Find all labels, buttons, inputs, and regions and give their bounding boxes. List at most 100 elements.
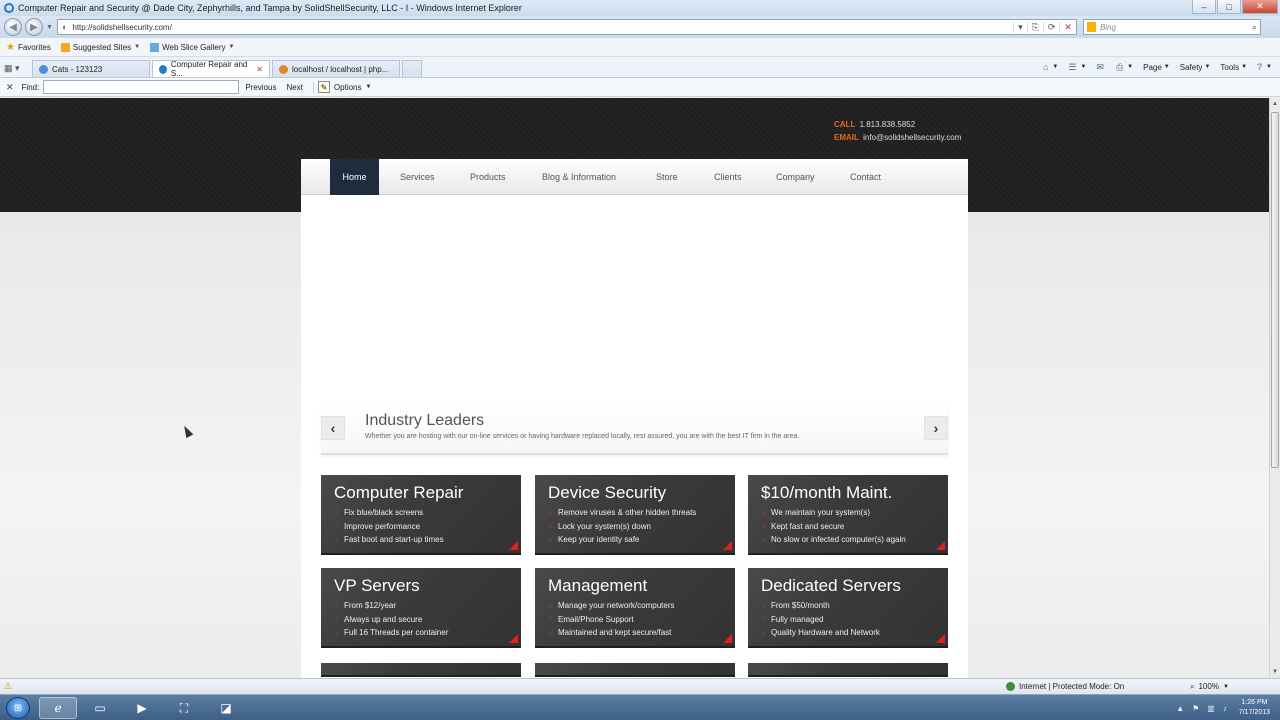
service-card-maintenance[interactable]: $10/month Maint. ✓ We maintain your syste… — [748, 475, 948, 555]
find-next-button[interactable]: Next — [286, 83, 302, 92]
mail-button[interactable]: ✉ — [1096, 62, 1106, 73]
service-card-partial[interactable] — [748, 663, 948, 677]
nav-blog[interactable]: Blog & Information — [542, 159, 616, 195]
nav-store[interactable]: Store — [656, 159, 678, 195]
service-card-partial[interactable] — [321, 663, 521, 677]
nav-company[interactable]: Company — [776, 159, 815, 195]
close-find-icon[interactable]: ✕ — [6, 82, 14, 93]
start-button[interactable]: ⊞ — [6, 697, 30, 719]
nav-services[interactable]: Services — [400, 159, 435, 195]
home-button[interactable]: ⌂ ▼ — [1043, 62, 1058, 72]
favorites-button[interactable]: ★ Favorites — [6, 42, 51, 53]
address-input[interactable]: ◐ http://solidshellsecurity.com/ ▾ ⎘ ⟳ ✕ — [56, 19, 1077, 35]
slider-caption: ‹ Industry Leaders Whether you are hosti… — [321, 403, 948, 455]
suggested-sites-link[interactable]: Suggested Sites ▼ — [60, 42, 141, 52]
tab-localhost[interactable]: localhost / localhost | php... — [272, 60, 400, 77]
feeds-button[interactable]: ☰ ▼ — [1068, 62, 1086, 73]
find-input[interactable] — [43, 80, 240, 94]
check-icon: ✓ — [548, 602, 554, 610]
folder-icon: ▭ — [94, 701, 106, 715]
ie-logo-icon — [4, 3, 14, 13]
card-title: $10/month Maint. — [761, 483, 893, 502]
command-bar: ⌂ ▼ ☰ ▼ ✉ ⎙ ▼ Page ▼ Safety ▼ Tools ▼ ? ▼ — [1033, 60, 1272, 74]
compatibility-view-icon[interactable]: ⎘ — [1026, 21, 1043, 33]
service-card-device-security[interactable]: Device Security ✓ Remove viruses & other … — [535, 475, 735, 555]
taskbar-media-button[interactable]: ▶ — [123, 697, 161, 719]
zoom-control[interactable]: ⌕ 100% ▼ — [1186, 682, 1229, 692]
find-options-label: Options — [333, 82, 362, 92]
list-item: ✓ Fix blue/black screens — [334, 508, 424, 518]
page-viewport: CALL 1.813.838.5852 EMAIL info@solidshel… — [0, 98, 1269, 678]
find-previous-button[interactable]: Previous — [245, 83, 276, 92]
scroll-up-icon[interactable]: ▲ — [1270, 98, 1280, 110]
slider-next-button[interactable]: › — [924, 416, 948, 440]
nav-products[interactable]: Products — [470, 159, 506, 195]
scroll-thumb[interactable] — [1271, 112, 1279, 468]
taskbar-explorer-button[interactable]: ▭ — [81, 697, 119, 719]
scroll-down-icon[interactable]: ▼ — [1270, 666, 1280, 678]
find-options-button[interactable]: ✎ Options ▼ — [312, 81, 371, 93]
service-card-partial[interactable] — [535, 663, 735, 677]
list-item: ✓ Email/Phone Support — [548, 614, 634, 624]
page-menu[interactable]: Page ▼ — [1143, 63, 1170, 72]
nav-contact[interactable]: Contact — [850, 159, 881, 195]
action-center-flag-icon[interactable]: ⚑ — [1192, 704, 1199, 713]
close-window-icon[interactable]: ✕ — [1242, 0, 1278, 14]
service-card-management[interactable]: Management ✓ Manage your network/computer… — [535, 568, 735, 648]
taskbar-network-button[interactable]: ⛶ — [165, 697, 203, 719]
nav-home[interactable]: Home — [330, 159, 379, 195]
corner-arrow-icon — [723, 634, 732, 643]
chevron-down-icon: ▼ — [1241, 64, 1248, 70]
zone-text: Internet | Protected Mode: On — [1019, 682, 1125, 691]
help-button[interactable]: ? ▼ — [1257, 62, 1272, 72]
find-bar: ✕ Find: Previous Next ✎ Options ▼ — [0, 78, 1280, 97]
network-icon: ⛶ — [179, 700, 189, 715]
search-input[interactable]: Bing ⌕ — [1082, 19, 1261, 35]
page-scrollbar[interactable]: ▲ ▼ — [1269, 98, 1280, 678]
stop-icon[interactable]: ✕ — [1059, 21, 1076, 33]
tab-cats[interactable]: Cats - 123123 — [32, 60, 150, 77]
search-icon[interactable]: ⌕ — [1252, 22, 1257, 33]
history-dropdown-icon[interactable]: ▼ — [46, 24, 53, 31]
tray-chevron-icon[interactable]: ▲ — [1176, 704, 1184, 713]
url-text[interactable]: http://solidshellsecurity.com/ — [72, 23, 171, 32]
slider-title: Industry Leaders — [365, 412, 485, 429]
minimize-icon[interactable]: – — [1192, 0, 1216, 14]
taskbar-clock[interactable]: 1:26 PM 7/17/2013 — [1239, 698, 1270, 718]
forward-button[interactable]: ▶ — [25, 18, 43, 36]
print-button[interactable]: ⎙ ▼ — [1116, 62, 1133, 73]
volume-icon[interactable]: ♪ — [1223, 704, 1227, 713]
taskbar-ie-button[interactable]: ℯ — [39, 697, 77, 719]
maximize-icon[interactable]: □ — [1217, 0, 1241, 14]
card-feature-list: ✓ From $12/year ✓ Always up and secure ✓ Fu… — [334, 599, 448, 640]
refresh-icon[interactable]: ⟳ — [1042, 21, 1060, 33]
close-tab-icon[interactable]: ✕ — [256, 65, 263, 74]
taskbar-app-button[interactable]: ◪ — [207, 697, 245, 719]
email-address[interactable]: info@solidshellsecurity.com — [863, 133, 961, 142]
address-dropdown-icon[interactable]: ▾ — [1013, 21, 1027, 33]
media-player-icon: ▶ — [137, 701, 147, 715]
service-card-computer-repair[interactable]: Computer Repair ✓ Fix blue/black screens … — [321, 475, 521, 555]
list-item: ✓ Lock your system(s) down — [548, 521, 651, 531]
slider-prev-button[interactable]: ‹ — [321, 416, 345, 440]
service-card-dedicated-servers[interactable]: Dedicated Servers ✓ From $50/month ✓ Fully… — [748, 568, 948, 648]
tab-computer-repair[interactable]: Computer Repair and S... ✕ — [152, 60, 270, 78]
nav-clients[interactable]: Clients — [714, 159, 742, 195]
new-tab-button[interactable] — [402, 60, 422, 77]
card-feature-list: ✓ Fix blue/black screens ✓ Improve perform… — [334, 506, 444, 547]
security-zone[interactable]: Internet | Protected Mode: On — [1006, 682, 1124, 691]
service-card-vp-servers[interactable]: VP Servers ✓ From $12/year ✓ Always up and… — [321, 568, 521, 648]
web-slice-gallery-link[interactable]: Web Slice Gallery ▼ — [150, 42, 234, 52]
find-label: Find: — [21, 82, 40, 92]
back-button[interactable]: ◀ — [4, 18, 22, 36]
tab-label: localhost / localhost | php... — [292, 64, 389, 74]
safety-menu[interactable]: Safety ▼ — [1180, 63, 1211, 72]
quick-tabs-icon[interactable]: ▦ ▾ — [4, 60, 28, 77]
chevron-down-icon: ▼ — [134, 44, 141, 50]
mouse-cursor-icon — [180, 423, 194, 439]
check-icon: ✓ — [761, 509, 767, 517]
tools-menu[interactable]: Tools ▼ — [1220, 63, 1247, 72]
list-item: ✓ Fast boot and start-up times — [334, 535, 444, 545]
check-icon: ✓ — [548, 629, 554, 637]
network-tray-icon[interactable]: ▥ — [1207, 704, 1215, 713]
